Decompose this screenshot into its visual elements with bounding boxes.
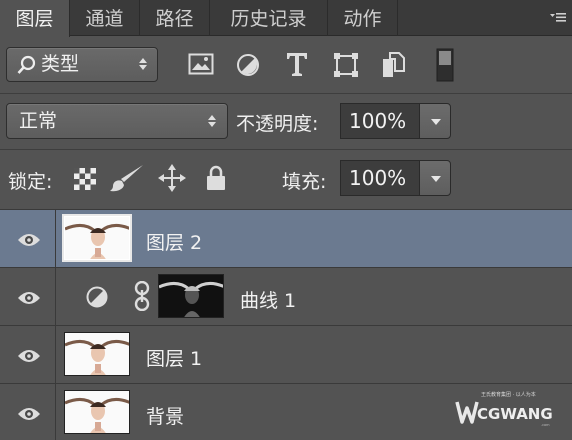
layer-name[interactable]: 图层 2 xyxy=(146,228,202,255)
layer-row[interactable]: 图层 1 xyxy=(0,325,572,383)
lock-transparent-pixels-icon[interactable] xyxy=(74,168,96,194)
dropdown-arrows-icon xyxy=(139,58,149,70)
divider xyxy=(0,93,572,94)
layer-mask-thumbnail[interactable] xyxy=(158,274,224,318)
eye-icon[interactable] xyxy=(17,406,41,425)
tab-actions[interactable]: 动作 xyxy=(328,0,398,36)
fill-label: 填充: xyxy=(282,171,327,193)
layer-name[interactable]: 背景 xyxy=(146,402,184,429)
tab-layers[interactable]: 图层 xyxy=(0,0,70,37)
tab-history[interactable]: 历史记录 xyxy=(210,0,328,36)
visibility-cell[interactable] xyxy=(0,326,56,383)
smart-object-filter-icon[interactable] xyxy=(381,51,405,83)
adjustment-layer-icon[interactable] xyxy=(86,286,108,312)
svg-text:CGWANG: CGWANG xyxy=(477,405,553,423)
blend-mode-label: 正常 xyxy=(19,110,58,132)
opacity-dropdown-button[interactable] xyxy=(419,103,451,139)
type-filter-icon[interactable] xyxy=(285,51,309,81)
tab-paths[interactable]: 路径 xyxy=(140,0,210,36)
layer-row[interactable]: 图层 2 xyxy=(0,209,572,267)
lock-label: 锁定: xyxy=(8,171,53,193)
tab-channels-label: 通道 xyxy=(85,8,124,30)
shape-filter-icon[interactable] xyxy=(333,52,359,82)
layer-thumbnail[interactable] xyxy=(64,390,130,434)
cgwang-watermark-logo: 王氏教育集团 · 以人为本 CGWANG .com xyxy=(455,388,567,432)
adjustment-filter-icon[interactable] xyxy=(236,53,260,81)
tab-layers-label: 图层 xyxy=(15,8,54,30)
tab-channels[interactable]: 通道 xyxy=(70,0,140,36)
layer-thumbnail[interactable] xyxy=(64,332,130,376)
mask-link-icon[interactable] xyxy=(134,280,150,315)
divider xyxy=(0,149,572,150)
filter-kind-label: 类型 xyxy=(41,53,80,75)
layer-name[interactable]: 曲线 1 xyxy=(240,286,296,313)
layer-name[interactable]: 图层 1 xyxy=(146,344,202,371)
layer-thumbnail[interactable] xyxy=(62,214,132,262)
lock-all-icon[interactable] xyxy=(206,165,226,195)
search-icon xyxy=(17,55,37,79)
dropdown-arrows-icon xyxy=(208,115,218,127)
eye-icon[interactable] xyxy=(17,232,41,251)
tab-actions-label: 动作 xyxy=(343,8,382,30)
blend-mode-dropdown[interactable]: 正常 xyxy=(6,103,228,139)
eye-icon[interactable] xyxy=(17,348,41,367)
opacity-label: 不透明度: xyxy=(236,113,319,135)
panel-tab-bar: 图层 通道 路径 历史记录 动作 xyxy=(0,0,572,37)
svg-text:.com: .com xyxy=(541,423,550,427)
filter-toggle-icon[interactable] xyxy=(436,48,454,86)
fill-input[interactable]: 100% xyxy=(340,160,420,196)
opacity-input[interactable]: 100% xyxy=(340,103,420,139)
svg-text:王氏教育集团 · 以人为本: 王氏教育集团 · 以人为本 xyxy=(481,391,536,398)
visibility-cell[interactable] xyxy=(0,210,56,267)
visibility-cell[interactable] xyxy=(0,268,56,325)
lock-image-pixels-icon[interactable] xyxy=(110,164,144,196)
filter-kind-dropdown[interactable]: 类型 xyxy=(6,47,158,82)
panel-menu-icon[interactable] xyxy=(550,10,566,24)
tab-history-label: 历史记录 xyxy=(230,8,307,30)
image-filter-icon[interactable] xyxy=(188,53,214,79)
tab-paths-label: 路径 xyxy=(155,8,194,30)
eye-icon[interactable] xyxy=(17,290,41,309)
visibility-cell[interactable] xyxy=(0,384,56,440)
lock-position-icon[interactable] xyxy=(158,164,186,196)
layer-row[interactable]: 曲线 1 xyxy=(0,267,572,325)
fill-dropdown-button[interactable] xyxy=(419,160,451,196)
